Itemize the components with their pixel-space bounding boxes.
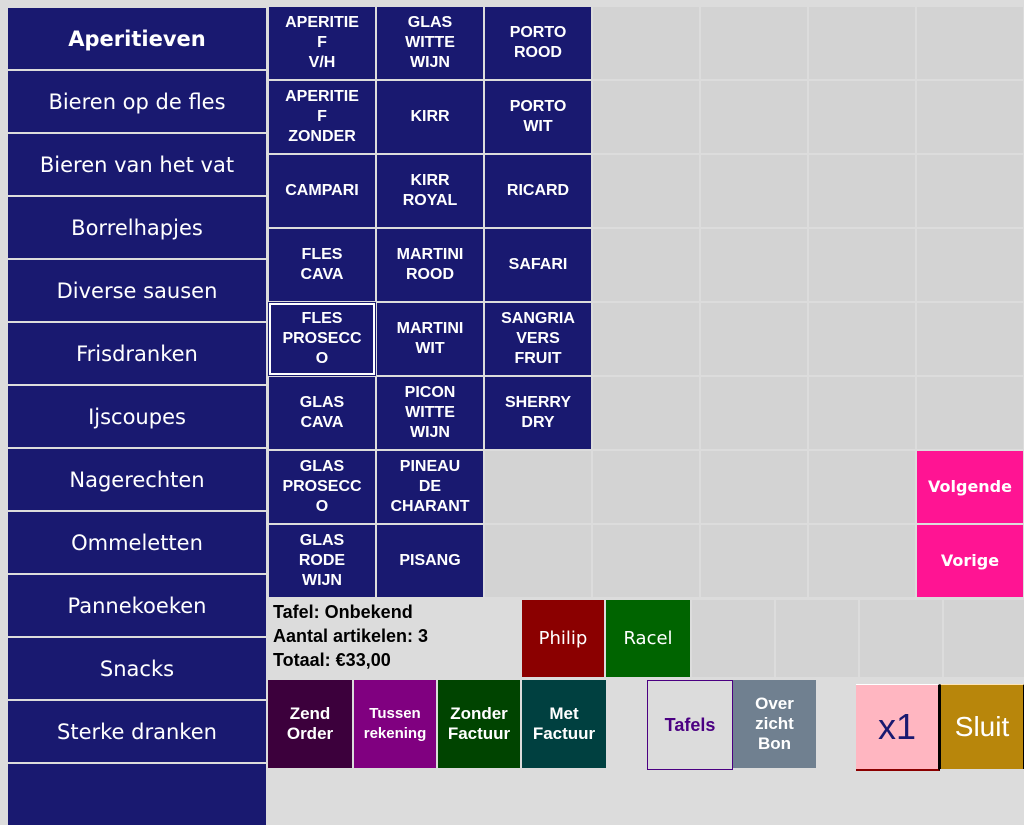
empty-product-slot	[809, 81, 915, 153]
overview-receipt-button[interactable]: Over zicht Bon	[733, 680, 816, 768]
quantity-multiplier-button[interactable]: x1	[856, 684, 940, 771]
with-invoice-button[interactable]: Met Factuur	[522, 680, 606, 768]
product-button[interactable]: CAMPARI	[269, 155, 375, 227]
category-bieren-op-de-fles[interactable]: Bieren op de fles	[8, 71, 266, 132]
empty-product-slot	[809, 7, 915, 79]
empty-product-slot	[917, 229, 1023, 301]
empty-user-slot	[944, 600, 1024, 677]
empty-product-slot	[809, 303, 915, 375]
product-button[interactable]: GLAS RODE WIJN	[269, 525, 375, 597]
empty-product-slot	[593, 377, 699, 449]
empty-product-slot	[917, 7, 1023, 79]
empty-product-slot	[701, 525, 807, 597]
empty-product-slot	[593, 451, 699, 523]
product-button[interactable]: GLAS WITTE WIJN	[377, 7, 483, 79]
product-button[interactable]: FLES CAVA	[269, 229, 375, 301]
product-button[interactable]: KIRR ROYAL	[377, 155, 483, 227]
close-button[interactable]: Sluit	[940, 684, 1024, 769]
empty-product-slot	[593, 155, 699, 227]
empty-product-slot	[809, 155, 915, 227]
category-pannekoeken[interactable]: Pannekoeken	[8, 575, 266, 636]
category-ijscoupes[interactable]: Ijscoupes	[8, 386, 266, 447]
item-count-label: Aantal artikelen: 3	[273, 626, 429, 646]
category-borrelhapjes[interactable]: Borrelhapjes	[8, 197, 266, 258]
category-partial[interactable]	[8, 764, 266, 825]
product-button[interactable]: PINEAU DE CHARANT	[377, 451, 483, 523]
category-nagerechten[interactable]: Nagerechten	[8, 449, 266, 510]
empty-product-slot	[917, 81, 1023, 153]
empty-user-slot	[860, 600, 942, 677]
category-diverse-sausen[interactable]: Diverse sausen	[8, 260, 266, 321]
empty-product-slot	[593, 303, 699, 375]
empty-product-slot	[593, 229, 699, 301]
empty-product-slot	[809, 377, 915, 449]
empty-product-slot	[917, 155, 1023, 227]
table-label: Tafel: Onbekend	[273, 602, 413, 622]
product-button[interactable]: SAFARI	[485, 229, 591, 301]
user-button-philip[interactable]: Philip	[522, 600, 604, 677]
category-snacks[interactable]: Snacks	[8, 638, 266, 699]
next-page-button[interactable]: Volgende	[917, 451, 1023, 523]
empty-product-slot	[809, 525, 915, 597]
empty-user-slot	[776, 600, 858, 677]
category-sterke-dranken[interactable]: Sterke dranken	[8, 701, 266, 762]
empty-product-slot	[701, 81, 807, 153]
user-button-racel[interactable]: Racel	[606, 600, 690, 677]
empty-product-slot	[917, 377, 1023, 449]
product-button[interactable]: SANGRIA VERS FRUIT	[485, 303, 591, 375]
product-button[interactable]: PICON WITTE WIJN	[377, 377, 483, 449]
empty-product-slot	[701, 155, 807, 227]
product-button[interactable]: FLES PROSECC O	[268, 302, 376, 376]
product-button[interactable]: PISANG	[377, 525, 483, 597]
tables-button[interactable]: Tafels	[647, 680, 733, 770]
empty-product-slot	[809, 451, 915, 523]
empty-user-slot	[692, 600, 774, 677]
category-frisdranken[interactable]: Frisdranken	[8, 323, 266, 384]
category-aperitieven[interactable]: Aperitieven	[8, 8, 266, 69]
empty-product-slot	[701, 451, 807, 523]
product-button[interactable]: PORTO ROOD	[485, 7, 591, 79]
empty-product-slot	[593, 7, 699, 79]
empty-product-slot	[593, 525, 699, 597]
interim-bill-button[interactable]: Tussen rekening	[354, 680, 436, 768]
product-button[interactable]: APERITIE F V/H	[269, 7, 375, 79]
order-info-panel: Tafel: Onbekend Aantal artikelen: 3 Tota…	[268, 599, 520, 677]
empty-product-slot	[809, 229, 915, 301]
previous-page-button[interactable]: Vorige	[917, 525, 1023, 597]
category-bieren-van-het-vat[interactable]: Bieren van het vat	[8, 134, 266, 195]
product-button[interactable]: GLAS CAVA	[269, 377, 375, 449]
product-button[interactable]: MARTINI WIT	[377, 303, 483, 375]
product-button[interactable]: SHERRY DRY	[485, 377, 591, 449]
empty-product-slot	[917, 303, 1023, 375]
empty-product-slot	[485, 525, 591, 597]
no-invoice-button[interactable]: Zonder Factuur	[438, 680, 520, 768]
send-order-button[interactable]: Zend Order	[268, 680, 352, 768]
empty-product-slot	[701, 7, 807, 79]
total-label: Totaal: €33,00	[273, 650, 391, 670]
product-button[interactable]: PORTO WIT	[485, 81, 591, 153]
product-button[interactable]: GLAS PROSECC O	[269, 451, 375, 523]
product-button[interactable]: APERITIE F ZONDER	[269, 81, 375, 153]
empty-product-slot	[701, 377, 807, 449]
product-button[interactable]: RICARD	[485, 155, 591, 227]
product-button[interactable]: KIRR	[377, 81, 483, 153]
empty-product-slot	[701, 229, 807, 301]
empty-product-slot	[701, 303, 807, 375]
category-ommeletten[interactable]: Ommeletten	[8, 512, 266, 573]
product-button[interactable]: MARTINI ROOD	[377, 229, 483, 301]
empty-product-slot	[485, 451, 591, 523]
empty-product-slot	[593, 81, 699, 153]
